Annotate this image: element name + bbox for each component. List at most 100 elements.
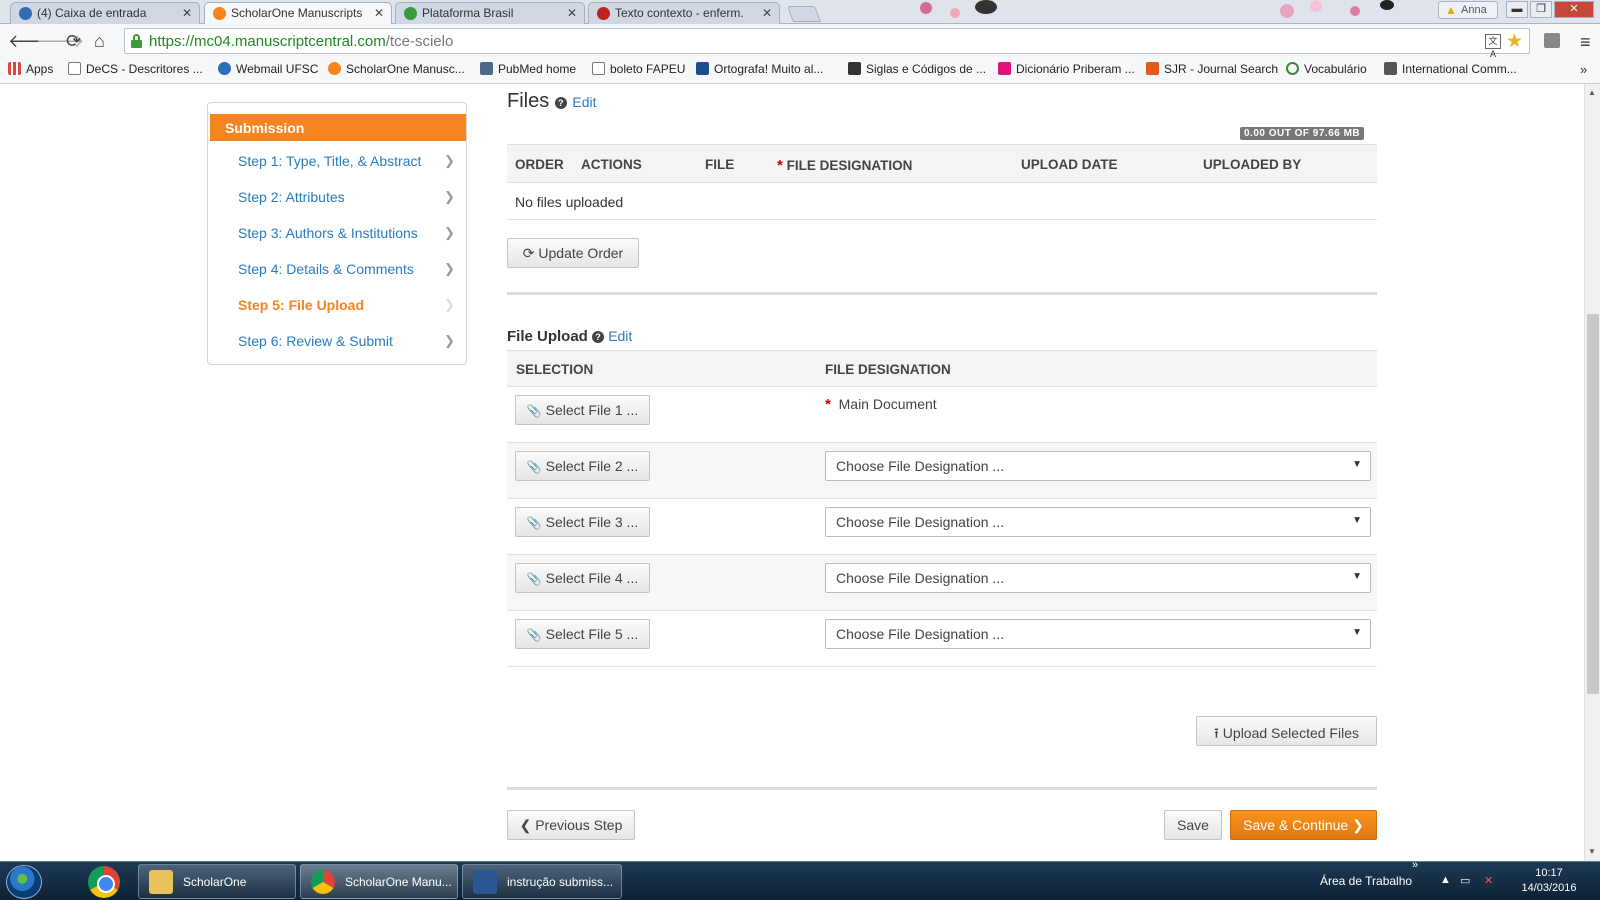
select-file-3-button[interactable]: 📎 Select File 3 ... [515,507,650,537]
select-file-1-button[interactable]: 📎 Select File 1 ... [515,395,650,425]
chrome-icon[interactable] [88,866,120,898]
close-icon[interactable]: ✕ [374,6,384,20]
button-label: Upload Selected Files [1222,725,1359,741]
translate-icon[interactable]: 文A [1485,34,1501,59]
select-file-5-button[interactable]: 📎 Select File 5 ... [515,619,650,649]
extension-icon[interactable] [1544,33,1560,48]
bookmark-item[interactable]: PubMed home [480,62,576,76]
scroll-up-icon[interactable]: ▲ [1588,88,1596,97]
section-divider [507,292,1377,295]
bookmark-item[interactable]: boleto FAPEU [592,62,685,76]
chevron-right-icon: ❯ [444,153,455,168]
files-edit-link[interactable]: Edit [572,94,596,110]
file-designation-select[interactable]: Choose File Designation ... ▼ [825,451,1371,481]
tab-title: (4) Caixa de entrada [37,6,147,20]
bookmark-item[interactable]: Vocabulário [1286,62,1367,76]
browser-toolbar: 🡐 🡒 ⟳ ⌂ https://mc04.manuscriptcentral.c… [0,24,1600,59]
button-label: Select File 4 ... [545,570,639,586]
home-icon[interactable]: ⌂ [94,32,105,50]
close-icon[interactable]: ✕ [762,6,772,20]
sidebar-step-2[interactable]: Step 2: Attributes [238,189,345,205]
browser-tab-active[interactable]: ScholarOne Manuscripts ✕ [204,2,392,25]
sidebar-step-6[interactable]: Step 6: Review & Submit [238,333,393,349]
sidebar-step-4[interactable]: Step 4: Details & Comments [238,261,414,277]
maximize-button[interactable]: ❐ [1530,1,1552,18]
bookmark-apps[interactable]: Apps [8,62,53,76]
tab-title: ScholarOne Manuscripts [231,6,363,20]
user-profile-button[interactable]: ▲ Anna [1438,1,1498,19]
close-icon[interactable]: ✕ [182,6,192,20]
scrollbar-thumb[interactable] [1587,314,1599,694]
windows-taskbar: ScholarOne ScholarOne Manu... instrução … [0,859,1600,900]
url-text[interactable]: https://mc04.manuscriptcentral.com/tce-s… [149,33,453,50]
button-label: Select File 1 ... [545,402,639,418]
minimize-button[interactable]: ▬ [1506,1,1528,18]
volume-muted-icon[interactable]: ✕ [1484,874,1493,887]
bookmark-star-icon[interactable]: ★ [1506,30,1523,53]
sidebar-step-1[interactable]: Step 1: Type, Title, & Abstract [238,153,421,169]
browser-tab[interactable]: Plataforma Brasil ✕ [395,2,585,24]
browser-tab[interactable]: Texto contexto - enferm. ✕ [588,2,780,24]
bookmark-label: International Comm... [1402,62,1517,76]
sidebar-step-5[interactable]: Step 5: File Upload [238,297,364,313]
required-asterisk: * [825,396,831,413]
select-file-4-button[interactable]: 📎 Select File 4 ... [515,563,650,593]
address-bar[interactable]: https://mc04.manuscriptcentral.com/tce-s… [124,28,1530,59]
webmail-icon [218,62,231,75]
upload-row: 📎 Select File 2 ... Choose File Designat… [507,443,1377,499]
show-hidden-icons-icon[interactable]: ▲ [1440,874,1451,886]
update-order-button[interactable]: ⟳ Update Order [507,238,639,268]
pubmed-icon [480,62,493,75]
theme-decoration [880,0,1440,24]
taskbar-item[interactable]: instrução submiss... [462,864,622,899]
document-icon [597,7,610,20]
vertical-scrollbar[interactable]: ▲ ▼ [1584,84,1600,861]
bookmark-item[interactable]: Dicionário Priberam ... [998,62,1135,76]
close-icon[interactable]: ✕ [567,6,577,20]
network-icon[interactable]: ▭ [1460,874,1470,887]
bookmark-item[interactable]: Siglas e Códigos de ... [848,62,986,76]
word-icon [473,870,497,894]
bookmark-item[interactable]: Webmail UFSC [218,62,318,76]
close-window-button[interactable]: ✕ [1554,1,1594,18]
bookmark-item[interactable]: ScholarOne Manusc... [328,62,465,76]
file-designation-select[interactable]: Choose File Designation ... ▼ [825,563,1371,593]
dropdown-arrow-icon: ▼ [1352,627,1362,638]
paperclip-icon: 📎 [526,404,542,418]
file-designation-select[interactable]: Choose File Designation ... ▼ [825,619,1371,649]
help-icon[interactable]: ? [592,331,605,343]
browser-tab[interactable]: (4) Caixa de entrada ✕ [10,2,200,24]
column-header-label: FILE DESIGNATION [786,158,913,173]
sjr-icon [1146,62,1159,75]
system-clock[interactable]: 10:17 14/03/2016 [1514,866,1584,896]
scroll-down-icon[interactable]: ▼ [1588,847,1596,856]
url-host: https://mc04.manuscriptcentral.com [149,33,386,50]
menu-icon[interactable]: ≡ [1580,32,1591,53]
bookmark-item[interactable]: SJR - Journal Search [1146,62,1278,76]
previous-step-button[interactable]: ❮ Previous Step [507,810,635,840]
save-button[interactable]: Save [1164,810,1222,840]
storage-quota-badge: 0.00 OUT OF 97.66 MB [1240,127,1365,140]
taskbar-item[interactable]: ScholarOne [138,864,296,899]
desktop-toolbar-label[interactable]: Área de Trabalho [1320,874,1412,888]
start-button[interactable] [6,865,42,899]
bookmark-item[interactable]: Ortografa! Muito al... [696,62,823,76]
section-divider [507,787,1377,790]
upload-selected-files-button[interactable]: ⭱ Upload Selected Files [1196,716,1377,746]
bookmark-item[interactable]: International Comm... [1384,62,1517,76]
chevron-right-icon[interactable]: » [1412,859,1418,871]
bookmark-label: DeCS - Descritores ... [86,62,203,76]
select-file-2-button[interactable]: 📎 Select File 2 ... [515,451,650,481]
taskbar-item-active[interactable]: ScholarOne Manu... [300,864,458,899]
chrome-icon [311,870,335,894]
reload-icon[interactable]: ⟳ [66,32,81,50]
sidebar-step-3[interactable]: Step 3: Authors & Institutions [238,225,418,241]
file-upload-edit-link[interactable]: Edit [608,328,632,344]
bookmarks-overflow-icon[interactable]: » [1580,62,1587,77]
save-and-continue-button[interactable]: Save & Continue ❯ [1230,810,1377,840]
new-tab-button[interactable] [787,6,821,22]
file-designation-select[interactable]: Choose File Designation ... ▼ [825,507,1371,537]
help-icon[interactable]: ? [554,97,567,109]
bookmark-item[interactable]: DeCS - Descritores ... [68,62,203,76]
page-icon [68,62,81,75]
